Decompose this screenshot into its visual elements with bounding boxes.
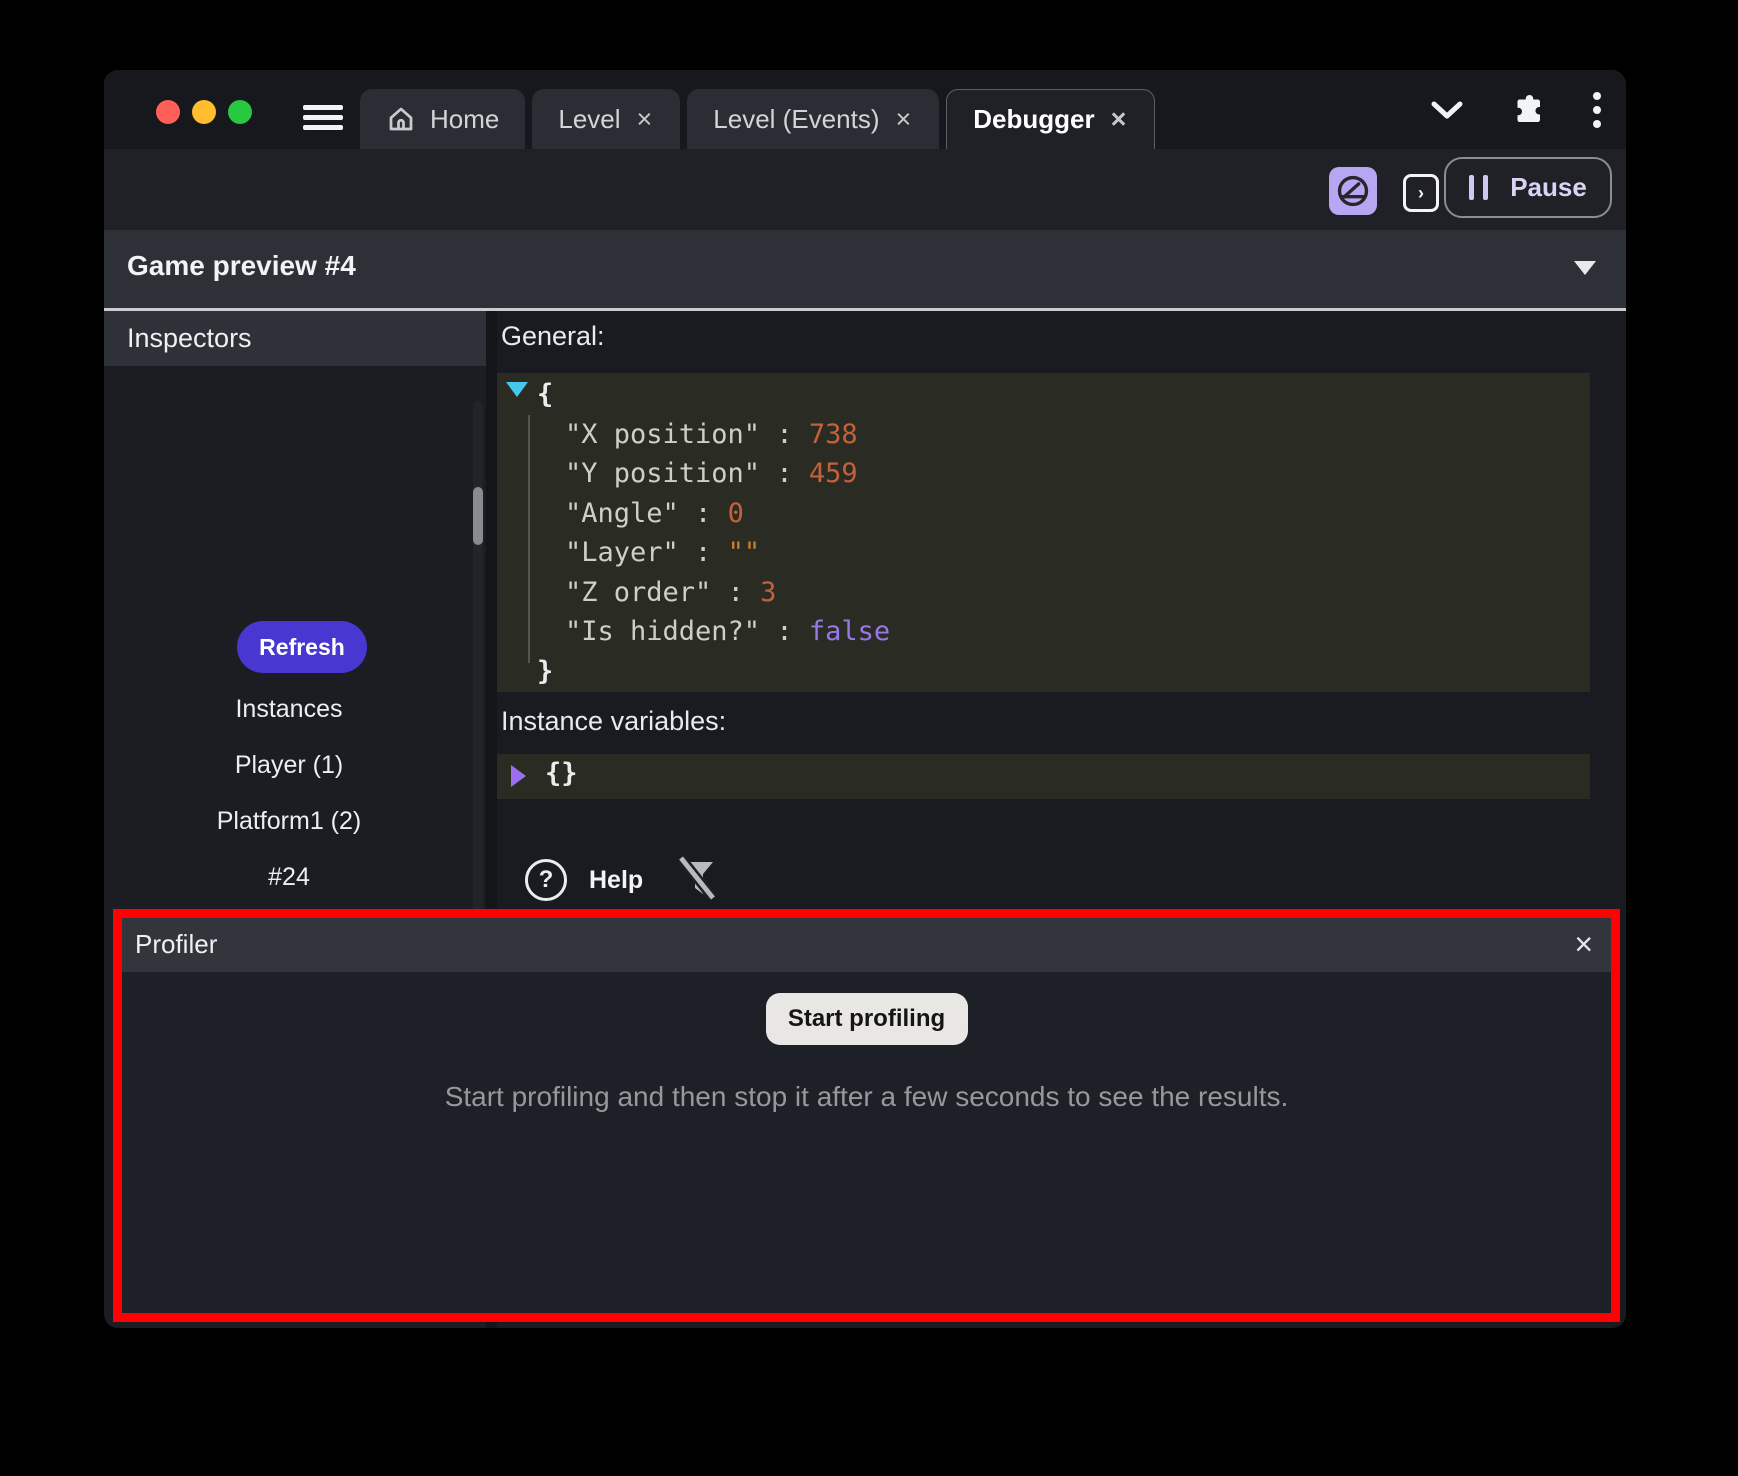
general-json-view: {"X position" : 738"Y position" : 459"An…	[497, 373, 1590, 692]
tab-close-icon[interactable]: ×	[893, 106, 913, 133]
tab-home[interactable]: Home	[360, 89, 525, 149]
general-label: General:	[501, 321, 605, 352]
app-window: Home Level × Level (Events) × Debugger ×	[104, 70, 1626, 1328]
preview-dropdown-caret-icon[interactable]	[1574, 261, 1596, 275]
game-preview-header[interactable]: Game preview #4	[104, 230, 1626, 308]
collapsed-arrow-icon[interactable]	[511, 765, 526, 787]
profiler-close-icon[interactable]: ×	[1570, 924, 1597, 964]
speedometer-icon	[1336, 174, 1370, 208]
tree-item-24[interactable]: #24	[104, 849, 474, 905]
profiler-title: Profiler	[135, 929, 217, 960]
titlebar-icons	[1430, 70, 1602, 149]
help-label[interactable]: Help	[589, 866, 643, 895]
tree-item-player-1[interactable]: Player (1)	[104, 737, 474, 793]
tab-label: Level (Events)	[713, 104, 879, 135]
json-line: "X position" : 738	[497, 415, 1590, 455]
tab-label: Home	[430, 104, 499, 135]
tab-close-icon[interactable]: ×	[1109, 106, 1129, 133]
json-line: "Y position" : 459	[497, 454, 1590, 494]
debugger-toolbar: › Pause	[104, 149, 1626, 230]
instance-variables-value: {}	[545, 758, 578, 789]
json-line: "Z order" : 3	[497, 573, 1590, 613]
macos-minimize-button[interactable]	[192, 100, 216, 124]
macos-close-button[interactable]	[156, 100, 180, 124]
tab-level[interactable]: Level ×	[532, 89, 680, 149]
json-line: "Is hidden?" : false	[497, 612, 1590, 652]
help-row: ? Help	[525, 856, 719, 904]
inspectors-header: Inspectors	[104, 311, 486, 366]
instance-variables-view: {}	[497, 754, 1590, 799]
sidebar-scrollbar-track[interactable]	[473, 401, 483, 961]
json-line: "Angle" : 0	[497, 494, 1590, 534]
json-line: }	[497, 652, 1590, 692]
pause-icon	[1469, 175, 1488, 200]
json-line: {	[497, 375, 1590, 415]
tab-bar: Home Level × Level (Events) × Debugger ×	[360, 89, 1155, 149]
tab-debugger[interactable]: Debugger ×	[946, 89, 1155, 149]
extensions-puzzle-icon[interactable]	[1510, 92, 1546, 128]
macos-zoom-button[interactable]	[228, 100, 252, 124]
profiler-panel: Profiler × Start profiling Start profili…	[113, 909, 1620, 1322]
instance-variables-label: Instance variables:	[501, 706, 726, 737]
tab-close-icon[interactable]: ×	[635, 106, 655, 133]
profiler-header: Profiler ×	[122, 918, 1611, 972]
json-lines: {"X position" : 738"Y position" : 459"An…	[497, 375, 1590, 691]
home-icon	[386, 104, 416, 134]
tab-label: Level	[558, 104, 620, 135]
profiler-toggle-button[interactable]	[1329, 167, 1377, 215]
sidebar-scrollbar-thumb[interactable]	[473, 487, 483, 545]
tab-label: Debugger	[973, 104, 1094, 135]
menu-hamburger-icon[interactable]	[303, 105, 343, 131]
pause-button[interactable]: Pause	[1444, 157, 1612, 218]
game-preview-title: Game preview #4	[127, 250, 356, 282]
filter-off-icon[interactable]	[675, 856, 719, 904]
pause-label: Pause	[1510, 172, 1587, 203]
chevron-down-icon[interactable]	[1430, 100, 1464, 120]
kebab-menu-icon[interactable]	[1592, 90, 1602, 130]
console-icon[interactable]: ›	[1403, 174, 1439, 212]
tree-item-platform1-2[interactable]: Platform1 (2)	[104, 793, 474, 849]
inspectors-title: Inspectors	[127, 323, 252, 354]
tree-item-instances[interactable]: Instances	[104, 681, 474, 737]
refresh-button[interactable]: Refresh	[237, 621, 367, 673]
tab-level-events[interactable]: Level (Events) ×	[687, 89, 939, 149]
start-profiling-button[interactable]: Start profiling	[766, 993, 968, 1045]
titlebar: Home Level × Level (Events) × Debugger ×	[104, 70, 1626, 149]
screenshot-stage: Home Level × Level (Events) × Debugger ×	[0, 0, 1738, 1476]
profiler-description: Start profiling and then stop it after a…	[122, 1081, 1611, 1113]
help-question-icon[interactable]: ?	[525, 859, 567, 901]
json-line: "Layer" : ""	[497, 533, 1590, 573]
